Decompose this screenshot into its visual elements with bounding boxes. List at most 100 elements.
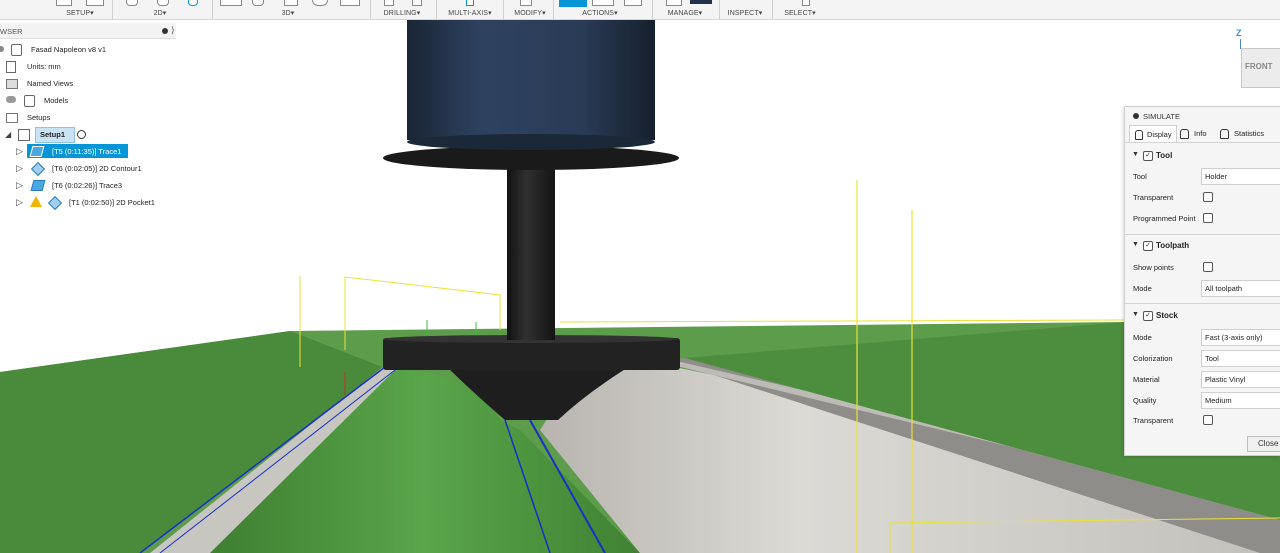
holder-body-bottom <box>407 134 655 150</box>
show-points-checkbox[interactable] <box>1203 262 1213 272</box>
toolbar-group-inspect[interactable]: INSPECT▾ <box>715 0 775 19</box>
material-select[interactable]: Plastic Vinyl <box>1201 371 1280 388</box>
material-label: Material <box>1133 375 1160 384</box>
expand-triangle-icon[interactable]: ▷ <box>16 180 23 191</box>
select-value: Holder <box>1205 172 1228 181</box>
toolbar-group-actions[interactable]: ACTIONS▾ <box>570 0 630 19</box>
folder-icon <box>6 79 18 89</box>
chevron-down-icon: ▾ <box>542 10 546 17</box>
tab-display[interactable]: Display <box>1129 125 1177 143</box>
view-cube-front-face[interactable]: FRONT <box>1241 48 1280 88</box>
browser-item-named-views[interactable]: Named Views <box>0 76 176 91</box>
close-button[interactable]: Close <box>1247 436 1280 452</box>
browser-item-label: [T1 (0:02:50)] 2D Pocket1 <box>69 198 155 207</box>
tool-select[interactable]: Holder <box>1201 168 1280 185</box>
toolbar-label: DRILLING <box>383 10 417 17</box>
quality-select[interactable]: Medium <box>1201 392 1280 409</box>
browser-panel: WSER ⟩ Fasad Napoleon v8 v1 Units: mm Na… <box>0 23 176 213</box>
select-value: Medium <box>1205 396 1232 405</box>
chevron-down-icon: ▾ <box>90 10 94 17</box>
browser-item-setups[interactable]: Setups <box>0 110 176 125</box>
toolbar-group-3d[interactable]: 3D▾ <box>258 0 318 19</box>
3d-viewport[interactable] <box>0 0 1280 553</box>
browser-item-label: Fasad Napoleon v8 v1 <box>31 45 107 54</box>
collapse-triangle-icon[interactable]: ▼ <box>1132 311 1139 318</box>
browser-item-2d-pocket1[interactable]: ▷ [T1 (0:02:50)] 2D Pocket1 <box>0 195 176 211</box>
z-axis-label: Z <box>1236 28 1242 38</box>
toolbar-label: ACTIONS <box>582 10 615 17</box>
toolbar-group-2d[interactable]: 2D▾ <box>130 0 190 19</box>
visibility-eye-icon[interactable] <box>6 96 16 103</box>
3d-adaptive-icon[interactable] <box>220 0 242 6</box>
browser-item-label: [T6 (0:02:26)] Trace3 <box>52 181 123 190</box>
document-icon <box>6 61 16 73</box>
browser-item-label: Setup1 <box>40 130 66 139</box>
toolbar-group-multi-axis[interactable]: MULTI-AXIS▾ <box>440 0 500 19</box>
browser-item-trace3[interactable]: ▷ [T6 (0:02:26)] Trace3 <box>0 178 176 193</box>
chevron-down-icon: ▾ <box>416 10 421 17</box>
toolbar-group-drilling[interactable]: DRILLING▾ <box>372 0 432 19</box>
tool-transparent-checkbox[interactable] <box>1203 192 1213 202</box>
collapse-triangle-icon[interactable]: ▼ <box>1132 241 1139 248</box>
toolpath-section-checkbox[interactable]: ✓ <box>1143 241 1153 251</box>
chevron-down-icon: ▾ <box>758 10 763 17</box>
stock-section-checkbox[interactable]: ✓ <box>1143 311 1153 321</box>
expand-triangle-icon[interactable]: ▷ <box>16 146 23 157</box>
toolbar-label: MANAGE <box>667 10 699 17</box>
section-stock-header[interactable]: ▼ ✓ Stock <box>1125 305 1280 325</box>
panel-toggle-icon[interactable]: ⟩ <box>171 25 175 36</box>
expand-triangle-icon[interactable]: ▷ <box>16 197 23 208</box>
tab-statistics[interactable]: Statistics <box>1217 125 1280 142</box>
browser-item-label: Units: mm <box>27 62 61 71</box>
toolbar-group-select[interactable]: SELECT▾ <box>770 0 830 19</box>
section-title: Toolpath <box>1156 241 1190 250</box>
collapse-dot-icon[interactable] <box>162 28 168 34</box>
browser-item-2d-contour1[interactable]: ▷ [T6 (0:02:05)] 2D Contour1 <box>0 161 176 177</box>
3d-contour-icon[interactable] <box>340 0 360 6</box>
toolpath-mode-label: Mode <box>1133 284 1152 293</box>
browser-item-trace1[interactable]: ▷ [T5 (0:11:35)] Trace1 <box>0 144 176 159</box>
stock-transparent-checkbox[interactable] <box>1203 415 1213 425</box>
section-tool-header[interactable]: ▼ ✓ Tool <box>1125 145 1280 165</box>
toolbar-label: SETUP <box>66 10 91 17</box>
tab-info[interactable]: Info <box>1177 125 1211 142</box>
toolpath-yellow-line <box>559 319 1125 323</box>
panel-collapse-dot-icon[interactable] <box>1133 113 1139 119</box>
show-points-label: Show points <box>1133 263 1174 272</box>
toolpath-mode-select[interactable]: All toolpath <box>1201 280 1280 297</box>
toolbar-label: 2D <box>153 10 163 17</box>
tool-section-checkbox[interactable]: ✓ <box>1143 151 1153 161</box>
ribbon-toolbar: SETUP▾ 2D▾ 3D▾ DRILLING▾ MULTI-AXIS▾ MOD… <box>0 0 1280 20</box>
browser-title: WSER <box>0 27 23 36</box>
browser-header: WSER ⟩ <box>0 23 176 39</box>
simulate-panel: SIMULATE Display Info Statistics ▼ ✓ Too… <box>1124 106 1280 456</box>
colorization-select[interactable]: Tool <box>1201 350 1280 367</box>
active-target-icon[interactable] <box>77 130 86 139</box>
browser-item-label: Named Views <box>27 79 74 88</box>
toolbar-group-modify[interactable]: MODIFY▾ <box>500 0 560 19</box>
programmed-point-checkbox[interactable] <box>1203 213 1213 223</box>
chevron-down-icon: ▾ <box>812 10 816 17</box>
browser-item-label: [T5 (0:11:35)] Trace1 <box>52 147 122 156</box>
collapse-triangle-icon[interactable]: ▼ <box>1132 151 1139 158</box>
tool-transparent-label: Transparent <box>1133 193 1174 202</box>
section-toolpath-header[interactable]: ▼ ✓ Toolpath <box>1125 235 1280 255</box>
select-value: Fast (3-axis only) <box>1205 333 1263 342</box>
browser-item-units[interactable]: Units: mm <box>0 59 176 74</box>
visibility-eye-icon[interactable] <box>0 46 4 52</box>
tool-label: Tool <box>1133 172 1147 181</box>
expand-triangle-icon[interactable]: ▷ <box>16 163 23 174</box>
holder-body <box>407 20 655 146</box>
browser-item-models[interactable]: Models <box>0 93 176 108</box>
select-value: Tool <box>1205 354 1219 363</box>
expand-triangle-icon[interactable]: ◢ <box>5 130 11 139</box>
stock-mode-select[interactable]: Fast (3-axis only) <box>1201 329 1280 346</box>
toolbar-group-setup[interactable]: SETUP▾ <box>50 0 110 19</box>
browser-item-document[interactable]: Fasad Napoleon v8 v1 <box>0 42 176 57</box>
view-cube[interactable]: Z FRONT <box>1232 28 1280 88</box>
browser-item-setup1[interactable]: ◢ Setup1 <box>0 127 176 143</box>
stock-mode-label: Mode <box>1133 333 1152 342</box>
toolbar-group-manage[interactable]: MANAGE▾ <box>655 0 715 19</box>
folder-icon <box>6 113 18 123</box>
contour-icon <box>30 161 46 177</box>
